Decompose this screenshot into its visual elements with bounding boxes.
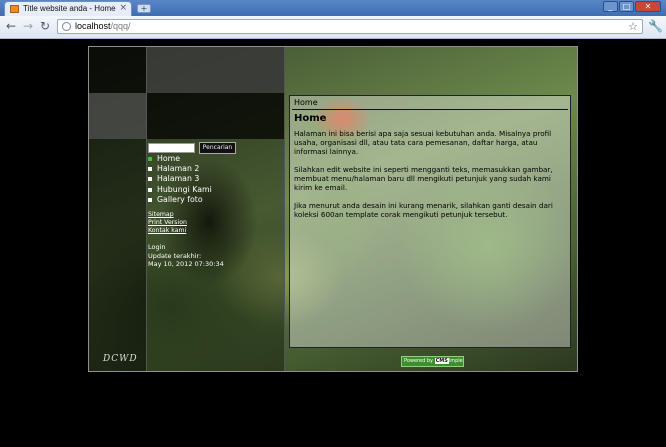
deco-square [146, 93, 284, 139]
menu-item-gallery-foto[interactable]: Gallery foto [148, 195, 212, 205]
maximize-button[interactable]: □ [619, 1, 634, 12]
search-button[interactable]: Pencarian [199, 142, 236, 154]
bookmark-star-icon[interactable]: ☆ [628, 20, 638, 33]
close-window-button[interactable]: ✕ [635, 1, 661, 12]
tab-title: Title website anda - Home [23, 4, 116, 13]
login-info: Login Update terakhir: May 10, 2012 07:3… [148, 243, 224, 269]
forward-arrow-icon[interactable]: → [21, 19, 35, 33]
badge-cms-text: CMS [434, 358, 449, 364]
page-title: Home [294, 113, 327, 124]
bullet-icon [148, 177, 152, 182]
tab-close-icon[interactable]: × [119, 3, 127, 13]
badge-powered-text: Powered by [404, 358, 433, 364]
update-timestamp: May 10, 2012 07:30:34 [148, 260, 224, 268]
deco-square [89, 139, 146, 371]
menu-item-label: Home [157, 154, 181, 163]
menu-item-home[interactable]: Home [148, 154, 212, 164]
browser-toolbar: ← → ↻ localhost/qqq/ ☆ 🔧 [0, 16, 666, 39]
new-tab-button[interactable]: + [137, 4, 151, 13]
favicon-icon [10, 5, 19, 13]
main-menu: Home Halaman 2 Halaman 3 Hubungi Kami Ga… [148, 154, 212, 205]
paragraph: Halaman ini bisa berisi apa saja sesuai … [294, 129, 552, 156]
search-input[interactable] [148, 143, 195, 153]
paragraph: Jika menurut anda desain ini kurang mena… [294, 201, 553, 219]
address-bar[interactable]: localhost/qqq/ ☆ [57, 19, 643, 34]
url-path: /qqq/ [110, 21, 131, 31]
url-text: localhost/qqq/ [75, 21, 131, 31]
content-body: Halaman ini bisa berisi apa saja sesuai … [294, 129, 566, 228]
window-titlebar: Title website anda - Home × + _ □ ✕ [0, 0, 666, 16]
menu-item-halaman-2[interactable]: Halaman 2 [148, 164, 212, 174]
badge-simple-text: imple [448, 358, 463, 364]
minimize-button[interactable]: _ [603, 1, 618, 12]
back-arrow-icon[interactable]: ← [4, 19, 18, 33]
utility-links: Sitemap Print Version Kontak kami [148, 211, 187, 234]
breadcrumb-rule [292, 109, 568, 110]
menu-item-label: Hubungi Kami [157, 184, 212, 194]
login-link[interactable]: Login [148, 243, 224, 252]
paragraph: Silahkan edit website ini seperti mengga… [294, 165, 553, 192]
menu-item-halaman-3[interactable]: Halaman 3 [148, 174, 212, 184]
menu-item-label: Halaman 2 [157, 164, 200, 174]
bullet-icon [148, 157, 152, 161]
bullet-icon [148, 167, 152, 172]
menu-item-hubungi-kami[interactable]: Hubungi Kami [148, 185, 212, 195]
url-host: localhost [75, 21, 111, 31]
divider [146, 47, 147, 371]
globe-icon [62, 22, 71, 31]
contact-link[interactable]: Kontak kami [148, 227, 187, 235]
reload-icon[interactable]: ↻ [38, 19, 52, 33]
content-panel: Home Home Halaman ini bisa berisi apa sa… [289, 95, 571, 348]
divider [284, 47, 285, 371]
wrench-menu-icon[interactable]: 🔧 [648, 19, 663, 33]
site-logo: DCWD [103, 354, 138, 364]
update-label: Update terakhir: [148, 251, 202, 260]
menu-item-label: Halaman 3 [157, 174, 200, 184]
deco-square [89, 93, 146, 139]
bullet-icon [148, 187, 152, 192]
deco-square [146, 47, 284, 93]
sitemap-link[interactable]: Sitemap [148, 211, 187, 219]
browser-tab[interactable]: Title website anda - Home × [4, 1, 132, 16]
deco-square [89, 47, 146, 93]
print-version-link[interactable]: Print Version [148, 219, 187, 227]
menu-item-label: Gallery foto [157, 194, 203, 204]
site-page: Home Home Halaman ini bisa berisi apa sa… [88, 46, 578, 372]
bullet-icon [148, 197, 152, 202]
powered-by-badge[interactable]: Powered by CMSimple [401, 356, 464, 367]
breadcrumb: Home [294, 98, 318, 107]
